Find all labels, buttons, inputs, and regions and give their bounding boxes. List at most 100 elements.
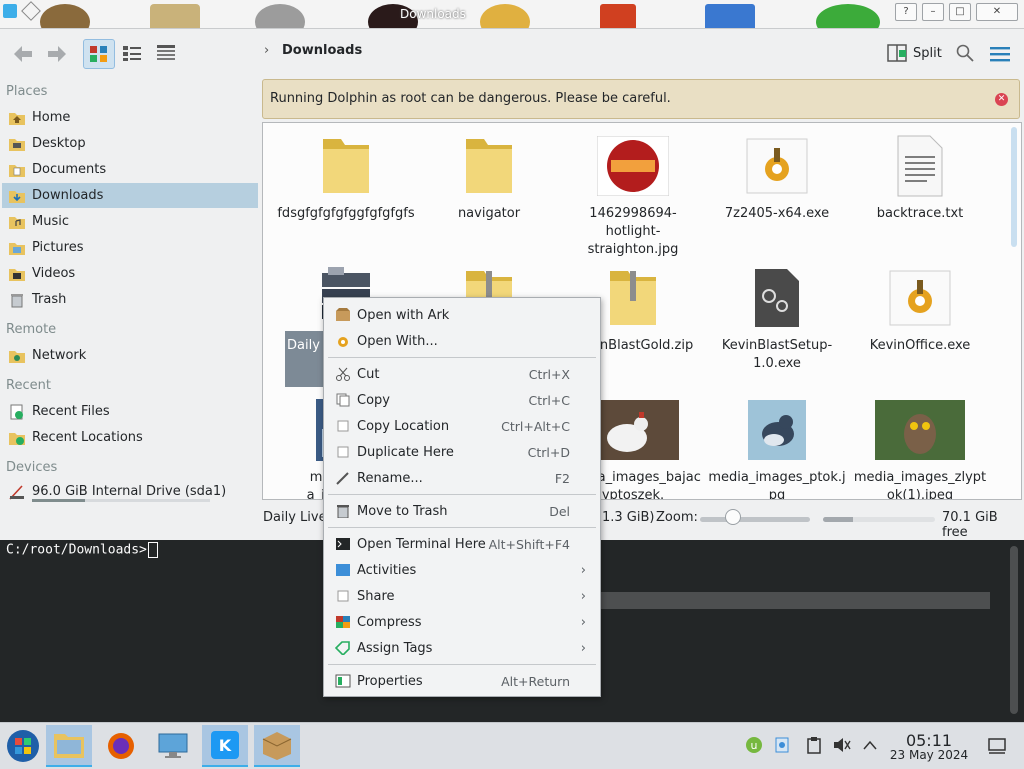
menu-item-properties[interactable]: Properties Alt+Return (328, 668, 596, 694)
expand-tray-button[interactable] (860, 735, 880, 755)
system-settings-task[interactable] (150, 725, 196, 767)
clipboard-icon[interactable] (804, 735, 824, 755)
menu-item-rename[interactable]: Rename... F2 (328, 465, 596, 491)
menu-item-open-with[interactable]: Open With... (328, 328, 596, 354)
drive-usage-bar (32, 499, 210, 502)
menu-item-open-terminal-here[interactable]: Open Terminal Here Alt+Shift+F4 (328, 531, 596, 557)
exe-gear-icon (746, 138, 808, 194)
menu-item-compress[interactable]: Compress › (328, 609, 596, 635)
duplicate-icon (337, 446, 349, 458)
menu-item-copy[interactable]: Copy Ctrl+C (328, 387, 596, 413)
menu-item-label: Rename... (357, 470, 423, 486)
file-view-scrollbar[interactable] (1011, 127, 1017, 247)
help-button[interactable]: ? (895, 3, 917, 21)
clipboard-icon-glyph (807, 737, 821, 754)
recent-locations-icon (9, 432, 25, 445)
firefox-task[interactable] (98, 725, 144, 767)
trash-icon (337, 505, 349, 518)
home-folder-icon (9, 112, 25, 125)
terminal-scrollbar[interactable] (1010, 546, 1018, 714)
torrent-icon[interactable]: u (744, 735, 764, 755)
menu-item-move-to-trash[interactable]: Move to Trash Del (328, 498, 596, 524)
sidebar-item-recent-locations[interactable]: Recent Locations (2, 425, 258, 450)
breadcrumb-downloads[interactable]: Downloads (282, 43, 362, 58)
sidebar-item-videos[interactable]: Videos (2, 261, 258, 286)
sidebar-item-music[interactable]: Music (2, 209, 258, 234)
file-name: fdsgfgfgfgfggfgfgfgfs (277, 206, 415, 221)
taskbar: K u 05:11 23 May 2024 (0, 722, 1024, 769)
file-item[interactable]: navigator (419, 133, 559, 223)
file-item[interactable]: 1462998694-hotlight-straighton.jpg (563, 133, 703, 259)
sidebar-item-home[interactable]: Home (2, 105, 258, 130)
hamburger-menu-icon (990, 47, 1010, 62)
toolbar: › Downloads Split (0, 29, 1024, 77)
file-item[interactable]: fdsgfgfgfgfggfgfgfgfs (276, 133, 416, 223)
sidebar-item-documents[interactable]: Documents (2, 157, 258, 182)
clock-date[interactable]: 23 May 2024 (880, 748, 978, 762)
sidebar-item-label: Pictures (32, 240, 84, 255)
ark-icon (336, 308, 350, 321)
volume-muted-icon (834, 738, 851, 752)
activities-icon (336, 564, 350, 576)
dolphin-task[interactable] (46, 725, 92, 767)
menu-item-activities[interactable]: Activities › (328, 557, 596, 583)
zoom-slider[interactable] (700, 517, 810, 522)
downloads-folder-icon (9, 190, 25, 203)
sidebar-item-label: Videos (32, 266, 76, 281)
sidebar-item-pictures[interactable]: Pictures (2, 235, 258, 260)
submenu-arrow-icon: › (580, 562, 586, 578)
file-item[interactable]: backtrace.txt (850, 133, 990, 223)
copy-icon (336, 393, 350, 407)
file-item[interactable]: media_images_zlyptok(1).jpeg (850, 397, 990, 499)
show-desktop-button[interactable] (988, 738, 1006, 758)
zoom-slider-handle[interactable] (725, 509, 741, 525)
section-header-remote: Remote (6, 322, 57, 337)
sidebar-item-label: Recent Files (32, 404, 110, 419)
compact-view-button[interactable] (117, 39, 147, 67)
menu-item-open-with-ark[interactable]: Open with Ark (328, 302, 596, 328)
kde-task[interactable]: K (202, 725, 248, 767)
mute-icon[interactable] (832, 735, 852, 755)
settings-monitor-icon (158, 733, 188, 758)
ark-task[interactable] (254, 725, 300, 767)
network-folder-icon (9, 350, 25, 363)
close-window-button[interactable]: ✕ (976, 3, 1018, 21)
details-view-icon (157, 45, 175, 60)
file-item[interactable]: 7z2405-x64.exe (707, 133, 847, 223)
free-space-bar (823, 517, 935, 522)
menu-item-assign-tags[interactable]: Assign Tags › (328, 635, 596, 661)
details-view-button[interactable] (151, 39, 181, 67)
firefox-icon (108, 733, 134, 759)
menu-item-share[interactable]: Share › (328, 583, 596, 609)
terminal-cursor (147, 542, 158, 558)
icons-view-button[interactable] (83, 39, 115, 69)
videos-folder-icon (9, 268, 25, 281)
file-item[interactable]: media_images_ptok.jpg (707, 397, 847, 499)
menu-item-duplicate-here[interactable]: Duplicate Here Ctrl+D (328, 439, 596, 465)
menu-item-cut[interactable]: Cut Ctrl+X (328, 361, 596, 387)
file-item[interactable]: KevinOffice.exe (850, 265, 990, 355)
file-item[interactable]: KevinBlastSetup-1.0.exe (707, 265, 847, 373)
search-button[interactable] (956, 44, 974, 66)
bird-image-icon (748, 400, 806, 460)
sidebar-item-recent-files[interactable]: Recent Files (2, 399, 258, 424)
minimize-button[interactable]: – (922, 3, 944, 21)
maximize-button[interactable]: □ (949, 3, 971, 21)
hamburger-menu-button[interactable] (990, 46, 1010, 66)
banner-close-button[interactable]: ✕ (995, 93, 1008, 106)
exe-gear-icon (889, 270, 951, 326)
terminal-selection-bar (600, 592, 990, 609)
sidebar-item-label: 96.0 GiB Internal Drive (sda1) (32, 484, 227, 499)
sidebar-item-downloads[interactable]: Downloads (2, 183, 258, 208)
split-button[interactable]: Split (887, 44, 942, 62)
sidebar-item-desktop[interactable]: Desktop (2, 131, 258, 156)
back-button[interactable] (10, 41, 36, 67)
sidebar-item-network[interactable]: Network (2, 343, 258, 368)
menu-item-copy-location[interactable]: Copy Location Ctrl+Alt+C (328, 413, 596, 439)
update-icon[interactable] (772, 735, 792, 755)
root-warning-banner: Running Dolphin as root can be dangerous… (262, 79, 1020, 119)
sidebar-item-trash[interactable]: Trash (2, 287, 258, 312)
pin-icon[interactable] (21, 1, 41, 21)
forward-button[interactable] (44, 41, 70, 67)
start-menu-button[interactable] (0, 725, 46, 767)
